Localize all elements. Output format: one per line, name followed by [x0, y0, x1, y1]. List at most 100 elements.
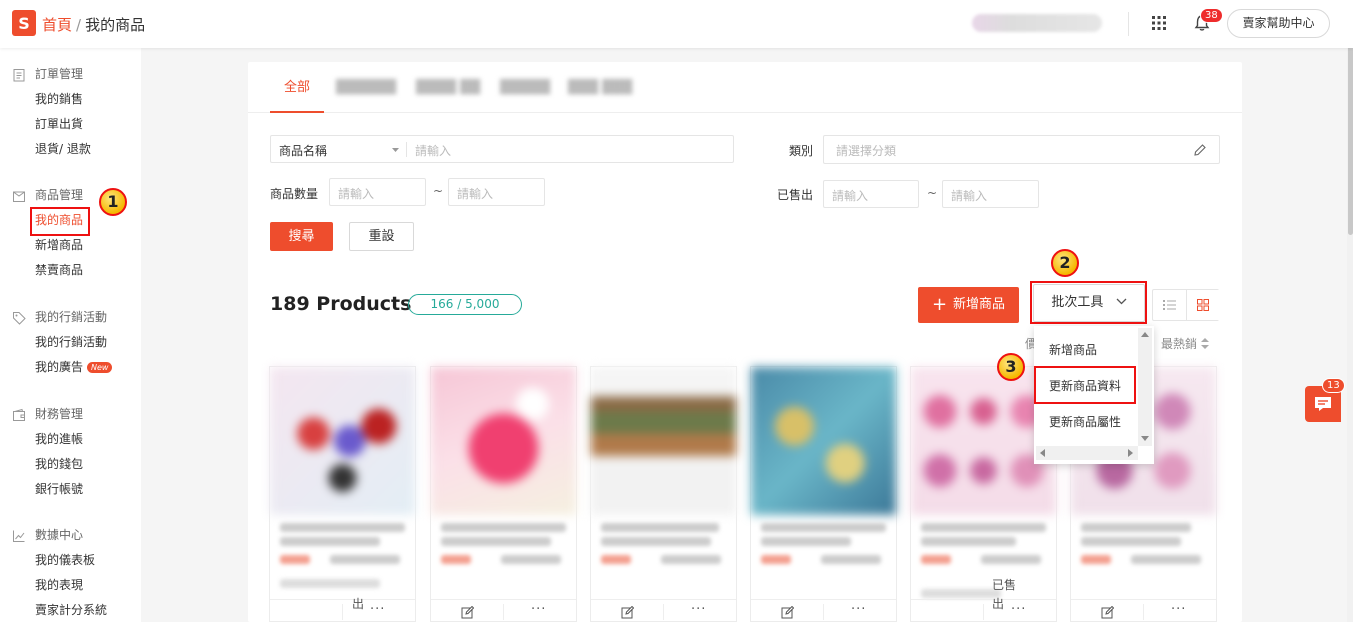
- search-button[interactable]: 搜尋: [270, 222, 333, 251]
- sidebar-item-shipment[interactable]: 訂單出貨: [0, 112, 141, 137]
- sidebar-item-seller-score[interactable]: 賣家計分系統: [0, 598, 141, 622]
- product-actions: ···: [591, 599, 736, 622]
- highlight-my-products: [30, 207, 90, 236]
- status-tabs: 全部 ██████ ████ ██ █████ ███ ███: [248, 62, 1242, 113]
- scroll-down-arrow-icon[interactable]: [1141, 436, 1149, 441]
- sold-text-fragment: 出: [352, 597, 365, 611]
- more-options-icon[interactable]: ···: [1171, 602, 1186, 617]
- sidebar-item-wallet[interactable]: 我的錢包: [0, 452, 141, 477]
- more-options-icon[interactable]: ···: [691, 602, 706, 617]
- edit-icon[interactable]: [781, 606, 794, 619]
- apps-grid-icon[interactable]: [1151, 15, 1167, 31]
- edit-icon[interactable]: [1101, 606, 1114, 619]
- more-options-icon[interactable]: ···: [531, 602, 546, 617]
- grid-view-button[interactable]: [1186, 290, 1219, 320]
- product-quota-badge: 166 / 5,000: [408, 294, 522, 315]
- sidebar-item-performance[interactable]: 我的表現: [0, 573, 141, 598]
- breadcrumb-current: 我的商品: [85, 16, 146, 34]
- highlight-batch-tools: [1030, 281, 1147, 324]
- product-actions: ···: [1071, 599, 1216, 622]
- product-name-search-field: 商品名稱 請輸入: [270, 135, 734, 163]
- sidebar-item-my-sales[interactable]: 我的銷售: [0, 87, 141, 112]
- step-marker-2: 2: [1051, 249, 1079, 277]
- reset-button[interactable]: 重設: [349, 222, 414, 251]
- sidebar-group-title[interactable]: 數據中心: [0, 523, 141, 548]
- sidebar-group-title[interactable]: 財務管理: [0, 402, 141, 427]
- sidebar-group-finance: 財務管理 我的進帳 我的錢包 銀行帳號: [0, 402, 141, 502]
- scroll-left-arrow-icon[interactable]: [1040, 449, 1045, 457]
- scroll-right-arrow-icon[interactable]: [1128, 449, 1133, 457]
- sidebar-group-orders: 訂單管理 我的銷售 訂單出貨 退貨/ 退款: [0, 62, 141, 162]
- box-icon: [13, 191, 25, 202]
- product-image[interactable]: [270, 367, 415, 515]
- view-toggle: [1152, 289, 1219, 321]
- add-product-button[interactable]: + 新增商品: [918, 287, 1019, 323]
- more-options-icon[interactable]: ···: [370, 602, 385, 617]
- product-actions: ···: [751, 599, 896, 622]
- more-options-icon[interactable]: ···: [851, 602, 866, 617]
- sold-label: 已售出: [777, 188, 814, 202]
- sold-text-fragment: 已售: [992, 578, 1017, 592]
- sidebar: 訂單管理 我的銷售 訂單出貨 退貨/ 退款 商品管理 我的商品 新增商品 禁賣商…: [0, 48, 141, 622]
- seller-help-center-button[interactable]: 賣家幫助中心: [1227, 9, 1330, 38]
- field-divider: [406, 142, 407, 157]
- scroll-up-arrow-icon[interactable]: [1141, 332, 1149, 337]
- sidebar-group-marketing: 我的行銷活動 我的行銷活動 我的廣告 New: [0, 305, 141, 380]
- tab-blurred-3[interactable]: █████: [500, 62, 550, 113]
- sidebar-item-income[interactable]: 我的進帳: [0, 427, 141, 452]
- product-card[interactable]: ···: [269, 366, 416, 622]
- menu-item-add-products[interactable]: 新增商品: [1034, 332, 1138, 368]
- sidebar-item-bank-account[interactable]: 銀行帳號: [0, 477, 141, 502]
- sidebar-item-add-product[interactable]: 新增商品: [0, 233, 141, 258]
- search-type-select[interactable]: 商品名稱: [279, 142, 327, 159]
- more-options-icon[interactable]: ···: [1011, 602, 1026, 617]
- plus-icon: +: [931, 294, 948, 315]
- menu-horizontal-scrollbar[interactable]: [1036, 446, 1138, 460]
- sidebar-item-my-ads[interactable]: 我的廣告 New: [0, 355, 141, 380]
- product-name-input[interactable]: 請輸入: [415, 142, 451, 159]
- product-image[interactable]: [591, 367, 736, 515]
- product-image[interactable]: [431, 367, 576, 515]
- sidebar-group-title[interactable]: 我的行銷活動: [0, 305, 141, 330]
- sidebar-item-returns[interactable]: 退貨/ 退款: [0, 137, 141, 162]
- tab-all[interactable]: 全部: [270, 62, 324, 113]
- edit-icon[interactable]: [621, 606, 634, 619]
- category-select[interactable]: 請選擇分類: [823, 135, 1220, 164]
- tag-icon: [13, 312, 26, 325]
- sidebar-group-title[interactable]: 訂單管理: [0, 62, 141, 87]
- sidebar-item-my-campaigns[interactable]: 我的行銷活動: [0, 330, 141, 355]
- sort-arrows-icon: [1200, 338, 1209, 349]
- product-count-title: 189 Products: [270, 293, 412, 315]
- quantity-max-input[interactable]: 請輸入: [448, 178, 545, 206]
- shopee-logo[interactable]: S: [12, 10, 36, 36]
- product-card[interactable]: ···: [430, 366, 577, 622]
- product-card[interactable]: ···: [590, 366, 737, 622]
- quantity-min-input[interactable]: 請輸入: [329, 178, 426, 206]
- sold-max-input[interactable]: 請輸入: [942, 180, 1039, 208]
- clipboard-icon: [13, 69, 25, 82]
- sold-min-input[interactable]: 請輸入: [823, 180, 919, 208]
- menu-item-update-product-attributes[interactable]: 更新商品屬性: [1034, 404, 1138, 440]
- tab-blurred-1[interactable]: ██████: [336, 62, 396, 113]
- sidebar-item-dashboard[interactable]: 我的儀表板: [0, 548, 141, 573]
- caret-down-icon: [392, 148, 399, 152]
- product-image[interactable]: [751, 367, 896, 515]
- list-view-button[interactable]: [1153, 290, 1186, 320]
- pencil-icon[interactable]: [1193, 143, 1207, 157]
- list-icon: [1163, 300, 1176, 310]
- breadcrumb-home-link[interactable]: 首頁: [42, 16, 72, 34]
- sidebar-item-banned-products[interactable]: 禁賣商品: [0, 258, 141, 283]
- tab-blurred-2[interactable]: ████ ██: [416, 62, 480, 113]
- menu-vertical-scrollbar[interactable]: [1138, 328, 1152, 446]
- sort-best-selling[interactable]: 最熱銷: [1161, 335, 1209, 352]
- tab-blurred-4[interactable]: ███ ███: [568, 62, 632, 113]
- highlight-update-product-info: [1034, 366, 1136, 404]
- grid-icon: [1197, 299, 1209, 311]
- edit-icon[interactable]: [461, 606, 474, 619]
- product-card[interactable]: ···: [750, 366, 897, 622]
- breadcrumb-separator: /: [76, 16, 82, 34]
- breadcrumb: 首頁 / 我的商品: [42, 14, 145, 35]
- shop-account-name[interactable]: [972, 14, 1102, 32]
- new-badge: New: [87, 362, 113, 373]
- chart-icon: [13, 530, 25, 542]
